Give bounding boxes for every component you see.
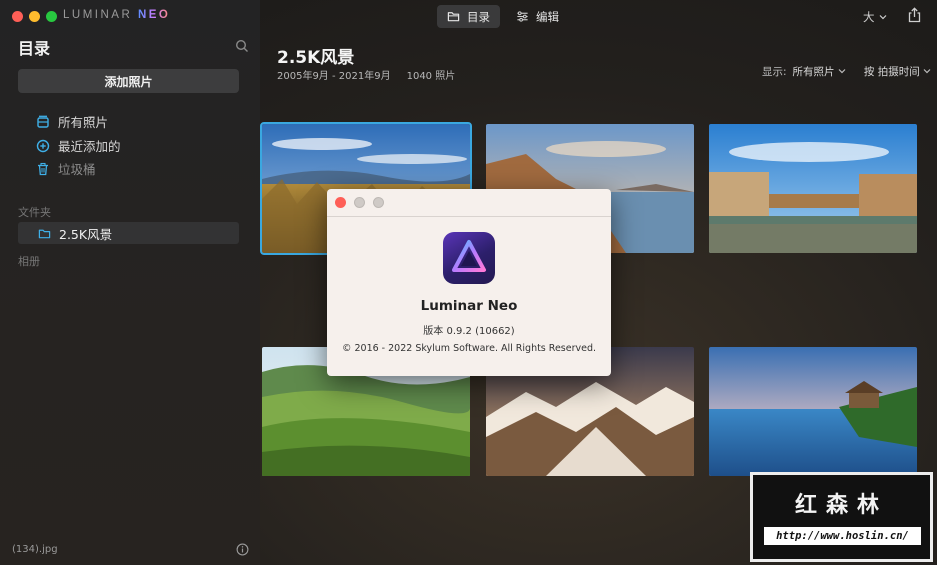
dialog-zoom-button [373, 197, 384, 208]
sidebar-item-trash[interactable]: 垃圾桶 [36, 159, 96, 178]
display-filter-dropdown[interactable]: 所有照片 [793, 64, 846, 79]
chevron-down-icon [923, 69, 931, 74]
albums-section-label: 相册 [18, 255, 40, 268]
chevron-down-icon [879, 15, 886, 20]
date-range: 2005年9月 - 2021年9月 [277, 71, 391, 82]
folder-label: 2.5K风景 [59, 226, 113, 242]
chevron-down-icon [838, 69, 846, 74]
thumbnail-size-dropdown[interactable]: 大 [863, 9, 887, 25]
photo-stack-icon [37, 115, 49, 128]
sidebar-item-recently-added[interactable]: 最近添加的 [36, 136, 121, 155]
tab-edit[interactable]: 编辑 [506, 5, 569, 28]
dialog-titlebar [327, 189, 611, 217]
folders-section-label: 文件夹 [18, 206, 51, 219]
landscape-photo [709, 347, 917, 476]
watermark-title: 红森林 [794, 492, 888, 518]
tab-label: 编辑 [536, 9, 559, 24]
page-title: 2.5K风景 [277, 48, 355, 68]
watermark-url: http://www.hoslin.cn/ [764, 527, 921, 545]
share-icon[interactable] [907, 7, 922, 23]
folder-icon [447, 12, 460, 22]
sidebar: LUMINAR NEO 目录 添加照片 所有照片 最近添加的 垃圾桶 文件夹 2… [0, 0, 260, 565]
folder-meta: 2005年9月 - 2021年9月 1040 照片 [277, 67, 455, 82]
zoom-window-button[interactable] [46, 11, 57, 22]
display-controls: 显示: 所有照片 按 拍摄时间 [762, 64, 931, 79]
trash-icon [38, 162, 48, 175]
photo-count: 1040 照片 [406, 71, 456, 82]
window-controls [12, 11, 57, 22]
display-filter-value: 所有照片 [792, 66, 835, 78]
info-icon[interactable] [236, 543, 249, 556]
dialog-close-button[interactable] [335, 197, 346, 208]
sidebar-item-label: 最近添加的 [58, 139, 121, 154]
sidebar-title: 目录 [18, 39, 51, 58]
sliders-icon [517, 11, 528, 22]
search-icon[interactable] [235, 39, 249, 53]
mode-tabs: 目录 编辑 [437, 5, 569, 28]
sidebar-item-label: 所有照片 [58, 115, 109, 130]
current-file-name: (134).jpg [12, 544, 58, 555]
sidebar-item-all-photos[interactable]: 所有照片 [36, 112, 108, 131]
plus-circle-icon [36, 139, 50, 152]
tab-label: 目录 [467, 9, 490, 24]
add-photos-button[interactable]: 添加照片 [18, 69, 239, 93]
photo-thumbnail[interactable] [709, 347, 917, 476]
sort-value: 按 拍摄时间 [863, 66, 920, 78]
app-name: Luminar Neo [420, 298, 518, 314]
display-label: 显示: [762, 66, 787, 78]
about-dialog: Luminar Neo 版本 0.9.2 (10662) © 2016 - 20… [327, 189, 611, 376]
dialog-minimize-button [354, 197, 365, 208]
app-logo: LUMINAR NEO [63, 9, 171, 21]
photo-thumbnail[interactable] [709, 124, 917, 253]
sidebar-item-label: 垃圾桶 [58, 162, 96, 177]
sidebar-folder-item[interactable]: 2.5K风景 [18, 222, 239, 244]
watermark-badge: 红森林 http://www.hoslin.cn/ [750, 472, 933, 562]
minimize-window-button[interactable] [29, 11, 40, 22]
tab-catalog[interactable]: 目录 [437, 5, 500, 28]
sort-dropdown[interactable]: 按 拍摄时间 [864, 64, 931, 79]
luminar-neo-app-icon [443, 232, 495, 284]
folder-icon [38, 229, 51, 238]
close-window-button[interactable] [12, 11, 23, 22]
landscape-photo [709, 124, 917, 253]
size-value: 大 [863, 10, 875, 24]
app-version: 版本 0.9.2 (10662) [423, 326, 515, 337]
copyright-text: © 2016 - 2022 Skylum Software. All Right… [341, 343, 597, 354]
